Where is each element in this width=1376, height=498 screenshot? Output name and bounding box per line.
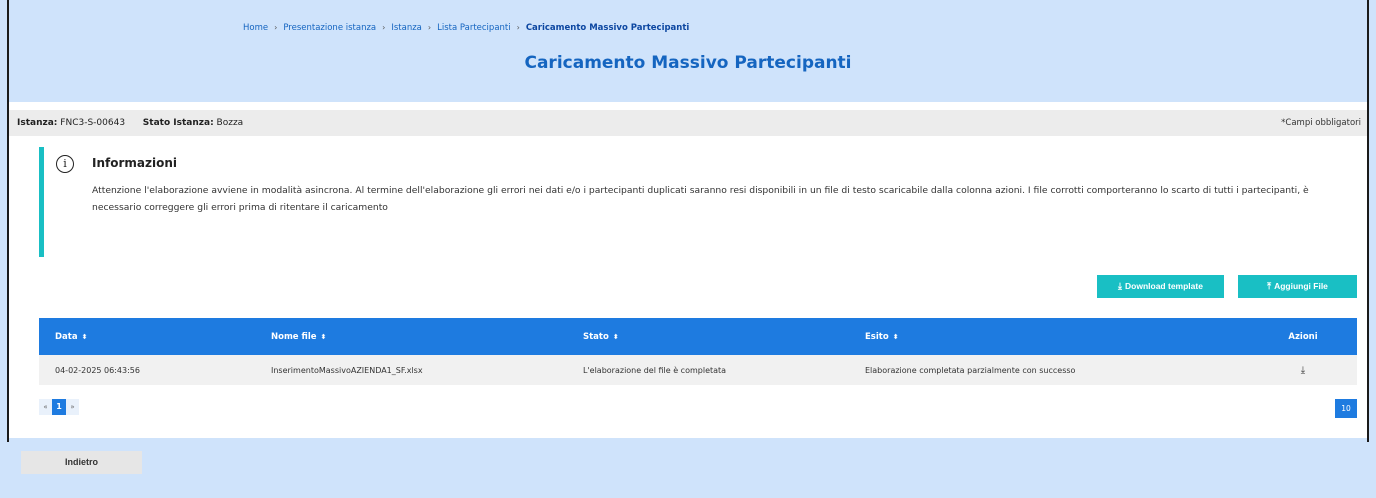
column-header-nome-file[interactable]: Nome file ⬍ bbox=[255, 318, 567, 355]
istanza-label: Istanza: bbox=[17, 118, 58, 128]
pagination-next-button[interactable]: » bbox=[66, 399, 79, 415]
upload-icon: ⤒ bbox=[1267, 281, 1272, 291]
download-icon[interactable]: ⤓ bbox=[1301, 365, 1305, 376]
pagination: «1» bbox=[39, 399, 79, 418]
column-header-stato[interactable]: Stato ⬍ bbox=[567, 318, 849, 355]
sort-icon: ⬍ bbox=[612, 332, 619, 341]
cell-esito: Elaborazione completata parzialmente con… bbox=[849, 355, 1249, 385]
add-file-label: Aggiungi File bbox=[1274, 281, 1328, 291]
breadcrumb-home[interactable]: Home bbox=[243, 23, 268, 33]
cell-stato: L'elaborazione del file è completata bbox=[567, 355, 849, 385]
column-header-azioni: Azioni bbox=[1249, 318, 1357, 355]
table-row: 04-02-2025 06:43:56 InserimentoMassivoAZ… bbox=[39, 355, 1357, 385]
breadcrumb-separator-icon: › bbox=[274, 23, 278, 32]
required-fields-note: *Campi obbligatori bbox=[1281, 118, 1361, 128]
download-template-label: Download template bbox=[1125, 281, 1203, 291]
breadcrumb: Home › Presentazione istanza › Istanza › Lista… bbox=[243, 23, 689, 33]
sort-icon: ⬍ bbox=[892, 332, 899, 341]
stato-istanza-value: Bozza bbox=[216, 118, 244, 128]
info-icon: i bbox=[56, 155, 74, 173]
main-frame: Home › Presentazione istanza › Istanza › Lista… bbox=[7, 0, 1369, 442]
page-size-selector[interactable]: 10 bbox=[1335, 399, 1357, 418]
notice-text: Attenzione l'elaborazione avviene in mod… bbox=[92, 185, 1309, 213]
back-button[interactable]: Indietro bbox=[21, 451, 142, 474]
breadcrumb-separator-icon: › bbox=[516, 23, 520, 32]
add-file-button[interactable]: ⤒ Aggiungi File bbox=[1238, 275, 1357, 298]
download-template-button[interactable]: ⤓ Download template bbox=[1097, 275, 1224, 298]
content-panel: Istanza: FNC3-S-00643 Stato Istanza: Boz… bbox=[9, 102, 1367, 438]
pagination-page-1[interactable]: 1 bbox=[52, 399, 66, 415]
column-header-esito[interactable]: Esito ⬍ bbox=[849, 318, 1249, 355]
breadcrumb-separator-icon: › bbox=[427, 23, 432, 32]
page-header: Home › Presentazione istanza › Istanza › Lista… bbox=[9, 0, 1367, 102]
breadcrumb-separator-icon: › bbox=[382, 23, 386, 32]
info-notice: i Informazioni Attenzione l'elaborazione… bbox=[39, 147, 1349, 257]
breadcrumb-presentazione-istanza[interactable]: Presentazione istanza bbox=[283, 23, 376, 33]
cell-azioni: ⤓ bbox=[1249, 355, 1357, 385]
column-header-data[interactable]: Data ⬍ bbox=[39, 318, 255, 355]
istanza-info-bar: Istanza: FNC3-S-00643 Stato Istanza: Boz… bbox=[9, 110, 1367, 136]
sort-icon: ⬍ bbox=[320, 332, 327, 341]
sort-icon: ⬍ bbox=[81, 332, 88, 341]
cell-nome-file: InserimentoMassivoAZIENDA1_SF.xlsx bbox=[255, 355, 567, 385]
files-table: Data ⬍ Nome file ⬍ Stato ⬍ Esito ⬍ Azioni 04… bbox=[39, 318, 1357, 385]
breadcrumb-lista-partecipanti[interactable]: Lista Partecipanti bbox=[437, 23, 511, 33]
notice-title: Informazioni bbox=[92, 156, 177, 170]
table-header-row: Data ⬍ Nome file ⬍ Stato ⬍ Esito ⬍ Azioni bbox=[39, 318, 1357, 355]
page-title: Caricamento Massivo Partecipanti bbox=[524, 53, 852, 73]
istanza-value: FNC3-S-00643 bbox=[60, 118, 126, 128]
breadcrumb-current: Caricamento Massivo Partecipanti bbox=[525, 23, 690, 33]
stato-istanza-label: Stato Istanza: bbox=[142, 118, 214, 128]
cell-data: 04-02-2025 06:43:56 bbox=[39, 355, 255, 385]
pagination-prev-button[interactable]: « bbox=[39, 399, 52, 415]
download-icon: ⤓ bbox=[1118, 281, 1123, 291]
breadcrumb-istanza[interactable]: Istanza bbox=[391, 23, 422, 33]
